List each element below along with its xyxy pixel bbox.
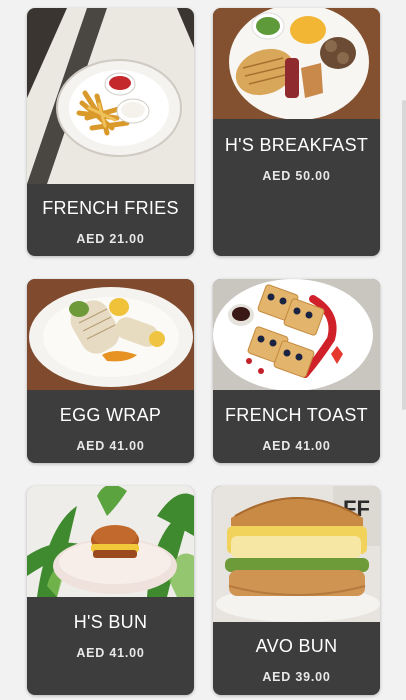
menu-item-name: FRENCH FRIES [42, 198, 179, 218]
menu-page: FRENCH FRIES AED 21.00 H'S BREAKFAST AED… [0, 0, 406, 700]
menu-item-card-hs-bun[interactable]: H'S BUN AED 41.00 [27, 486, 194, 695]
menu-item-price: AED 50.00 [262, 169, 331, 183]
menu-item-price: AED 41.00 [76, 646, 145, 660]
menu-item-card-egg-wrap[interactable]: EGG WRAP AED 41.00 [27, 279, 194, 463]
menu-item-name: EGG WRAP [59, 405, 162, 425]
menu-item-name: H'S BREAKFAST [224, 135, 369, 155]
menu-item-card-hs-breakfast[interactable]: H'S BREAKFAST AED 50.00 [213, 8, 380, 256]
menu-item-card-french-fries[interactable]: FRENCH FRIES AED 21.00 [27, 8, 194, 256]
menu-item-name: FRENCH TOAST [225, 405, 368, 425]
menu-item-price: AED 41.00 [76, 439, 145, 453]
menu-item-price: AED 21.00 [76, 232, 145, 246]
menu-item-card-avo-bun[interactable]: FF AVO BUN AED 39.00 [213, 486, 380, 695]
menu-item-card-french-toast[interactable]: FRENCH TOAST AED 41.00 [213, 279, 380, 463]
menu-item-price: AED 41.00 [262, 439, 331, 453]
egg-wrap-photo [27, 279, 194, 390]
menu-item-price: AED 39.00 [262, 670, 331, 684]
hs-bun-photo [27, 486, 194, 597]
avo-bun-photo: FF [213, 486, 380, 622]
menu-item-name: AVO BUN [255, 636, 338, 656]
menu-item-name: H'S BUN [73, 612, 148, 632]
french-fries-photo [27, 8, 194, 184]
breakfast-plate-photo [213, 8, 380, 119]
french-toast-photo [213, 279, 380, 390]
page-scrollbar[interactable] [402, 100, 406, 410]
